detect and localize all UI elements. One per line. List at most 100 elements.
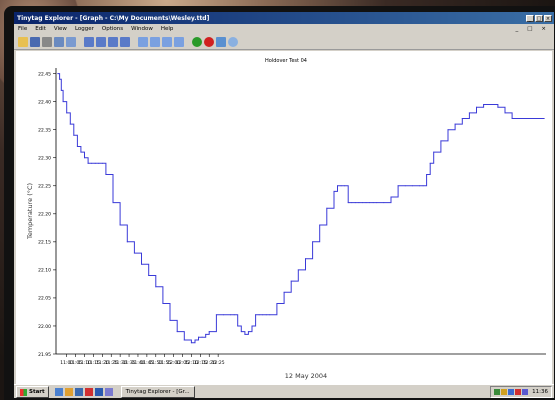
menu-view[interactable]: View bbox=[50, 26, 71, 32]
temperature-point bbox=[262, 314, 264, 316]
temperature-point bbox=[198, 336, 200, 338]
zoom-reset-icon[interactable] bbox=[174, 37, 184, 47]
taskbar-task-tinytag[interactable]: Tinytag Explorer - [Gr... bbox=[120, 386, 195, 398]
help-icon[interactable] bbox=[228, 37, 238, 47]
windows-flag-icon bbox=[20, 388, 27, 396]
menu-options[interactable]: Options bbox=[98, 26, 127, 32]
zoom-out-icon[interactable] bbox=[150, 37, 160, 47]
minimize-button[interactable]: _ bbox=[526, 14, 534, 22]
graph-view-icon[interactable] bbox=[96, 37, 106, 47]
temperature-point bbox=[468, 112, 470, 114]
temperature-point bbox=[222, 314, 224, 316]
window-title: Tinytag Explorer - [Graph - C:\My Docume… bbox=[17, 14, 210, 22]
temperature-point bbox=[283, 291, 285, 293]
tray-security-icon[interactable] bbox=[515, 389, 522, 395]
explorer-icon[interactable] bbox=[94, 388, 103, 396]
media-icon[interactable] bbox=[84, 388, 93, 396]
mdi-controls: _ □ × bbox=[511, 26, 554, 32]
print-icon[interactable] bbox=[42, 37, 52, 47]
summary-view-icon[interactable] bbox=[108, 37, 118, 47]
window-titlebar[interactable]: Tinytag Explorer - [Graph - C:\My Docume… bbox=[14, 12, 554, 24]
temperature-point bbox=[533, 117, 535, 119]
menu-file[interactable]: File bbox=[14, 26, 31, 32]
temperature-point bbox=[319, 224, 321, 226]
overlay-icon[interactable] bbox=[120, 37, 130, 47]
quick-launch bbox=[54, 388, 113, 396]
outlook-icon[interactable] bbox=[64, 388, 73, 396]
system-tray: 11:36 bbox=[490, 386, 552, 398]
temperature-point bbox=[69, 123, 71, 125]
menu-help[interactable]: Help bbox=[157, 26, 178, 32]
menu-edit[interactable]: Edit bbox=[31, 26, 50, 32]
close-button[interactable]: × bbox=[544, 14, 552, 22]
temperature-point bbox=[119, 224, 121, 226]
temperature-chart: Holdover Test 04 21.95 22.00 22.05 22.10 22.… bbox=[26, 58, 546, 380]
temperature-point bbox=[376, 202, 378, 204]
start-logger-icon[interactable] bbox=[192, 37, 202, 47]
mdi-close-button[interactable]: × bbox=[537, 26, 550, 32]
stop-logger-icon[interactable] bbox=[204, 37, 214, 47]
temperature-point bbox=[418, 185, 420, 187]
copy-icon[interactable] bbox=[54, 37, 64, 47]
temperature-point bbox=[84, 157, 86, 159]
window-controls: _ □ × bbox=[526, 14, 554, 22]
temperature-point bbox=[297, 269, 299, 271]
taskbar-task-label: Tinytag Explorer - [Gr... bbox=[125, 389, 190, 395]
tray-update-icon[interactable] bbox=[522, 389, 529, 395]
menu-logger[interactable]: Logger bbox=[71, 26, 98, 32]
temperature-point bbox=[244, 333, 246, 335]
mdi-maximize-button[interactable]: □ bbox=[523, 26, 536, 32]
temperature-point bbox=[269, 314, 271, 316]
tray-app-icon[interactable] bbox=[508, 389, 515, 395]
zoom-in-icon[interactable] bbox=[138, 37, 148, 47]
start-label: Start bbox=[29, 389, 45, 395]
temperature-point bbox=[504, 112, 506, 114]
temperature-point bbox=[490, 103, 492, 105]
temperature-point bbox=[190, 342, 192, 344]
temperature-point bbox=[312, 241, 314, 243]
temperature-point bbox=[404, 185, 406, 187]
table-view-icon[interactable] bbox=[84, 37, 94, 47]
quick-launch-app-icon[interactable] bbox=[104, 388, 113, 396]
temperature-point bbox=[73, 134, 75, 136]
temperature-point bbox=[476, 106, 478, 108]
temperature-point bbox=[344, 185, 346, 187]
menu-window[interactable]: Window bbox=[127, 26, 157, 32]
y-tick-label: 22.45 bbox=[38, 71, 51, 77]
temperature-point bbox=[215, 314, 217, 316]
temperature-point bbox=[194, 339, 196, 341]
ie-icon[interactable] bbox=[54, 388, 63, 396]
temperature-point bbox=[255, 314, 257, 316]
temperature-point bbox=[422, 185, 424, 187]
temperature-point bbox=[304, 258, 306, 260]
save-icon[interactable] bbox=[30, 37, 40, 47]
temperature-point bbox=[369, 202, 371, 204]
start-button[interactable]: Start bbox=[16, 386, 49, 398]
temperature-point bbox=[333, 190, 335, 192]
temperature-point bbox=[543, 117, 545, 119]
desktop-icon[interactable] bbox=[74, 388, 83, 396]
mdi-minimize-button[interactable]: _ bbox=[511, 26, 522, 32]
tray-volume-icon[interactable] bbox=[501, 389, 508, 395]
temperature-point bbox=[251, 325, 253, 327]
download-icon[interactable] bbox=[216, 37, 226, 47]
temperature-point bbox=[60, 89, 62, 91]
paste-icon[interactable] bbox=[66, 37, 76, 47]
maximize-button[interactable]: □ bbox=[535, 14, 543, 22]
temperature-point bbox=[358, 202, 360, 204]
temperature-point bbox=[169, 319, 171, 321]
open-folder-icon[interactable] bbox=[18, 37, 28, 47]
tray-network-icon[interactable] bbox=[494, 389, 501, 395]
monitor-bezel: Tinytag Explorer - [Graph - C:\My Docume… bbox=[4, 6, 555, 400]
temperature-point bbox=[101, 162, 103, 164]
temperature-point bbox=[411, 185, 413, 187]
temperature-point bbox=[337, 185, 339, 187]
zoom-fit-icon[interactable] bbox=[162, 37, 172, 47]
temperature-point bbox=[397, 185, 399, 187]
temperature-point bbox=[429, 162, 431, 164]
toolbar-separator bbox=[78, 37, 82, 47]
temperature-point bbox=[230, 314, 232, 316]
temperature-point bbox=[87, 162, 89, 164]
temperature-point bbox=[276, 303, 278, 305]
y-tick-label: 22.15 bbox=[38, 240, 51, 246]
